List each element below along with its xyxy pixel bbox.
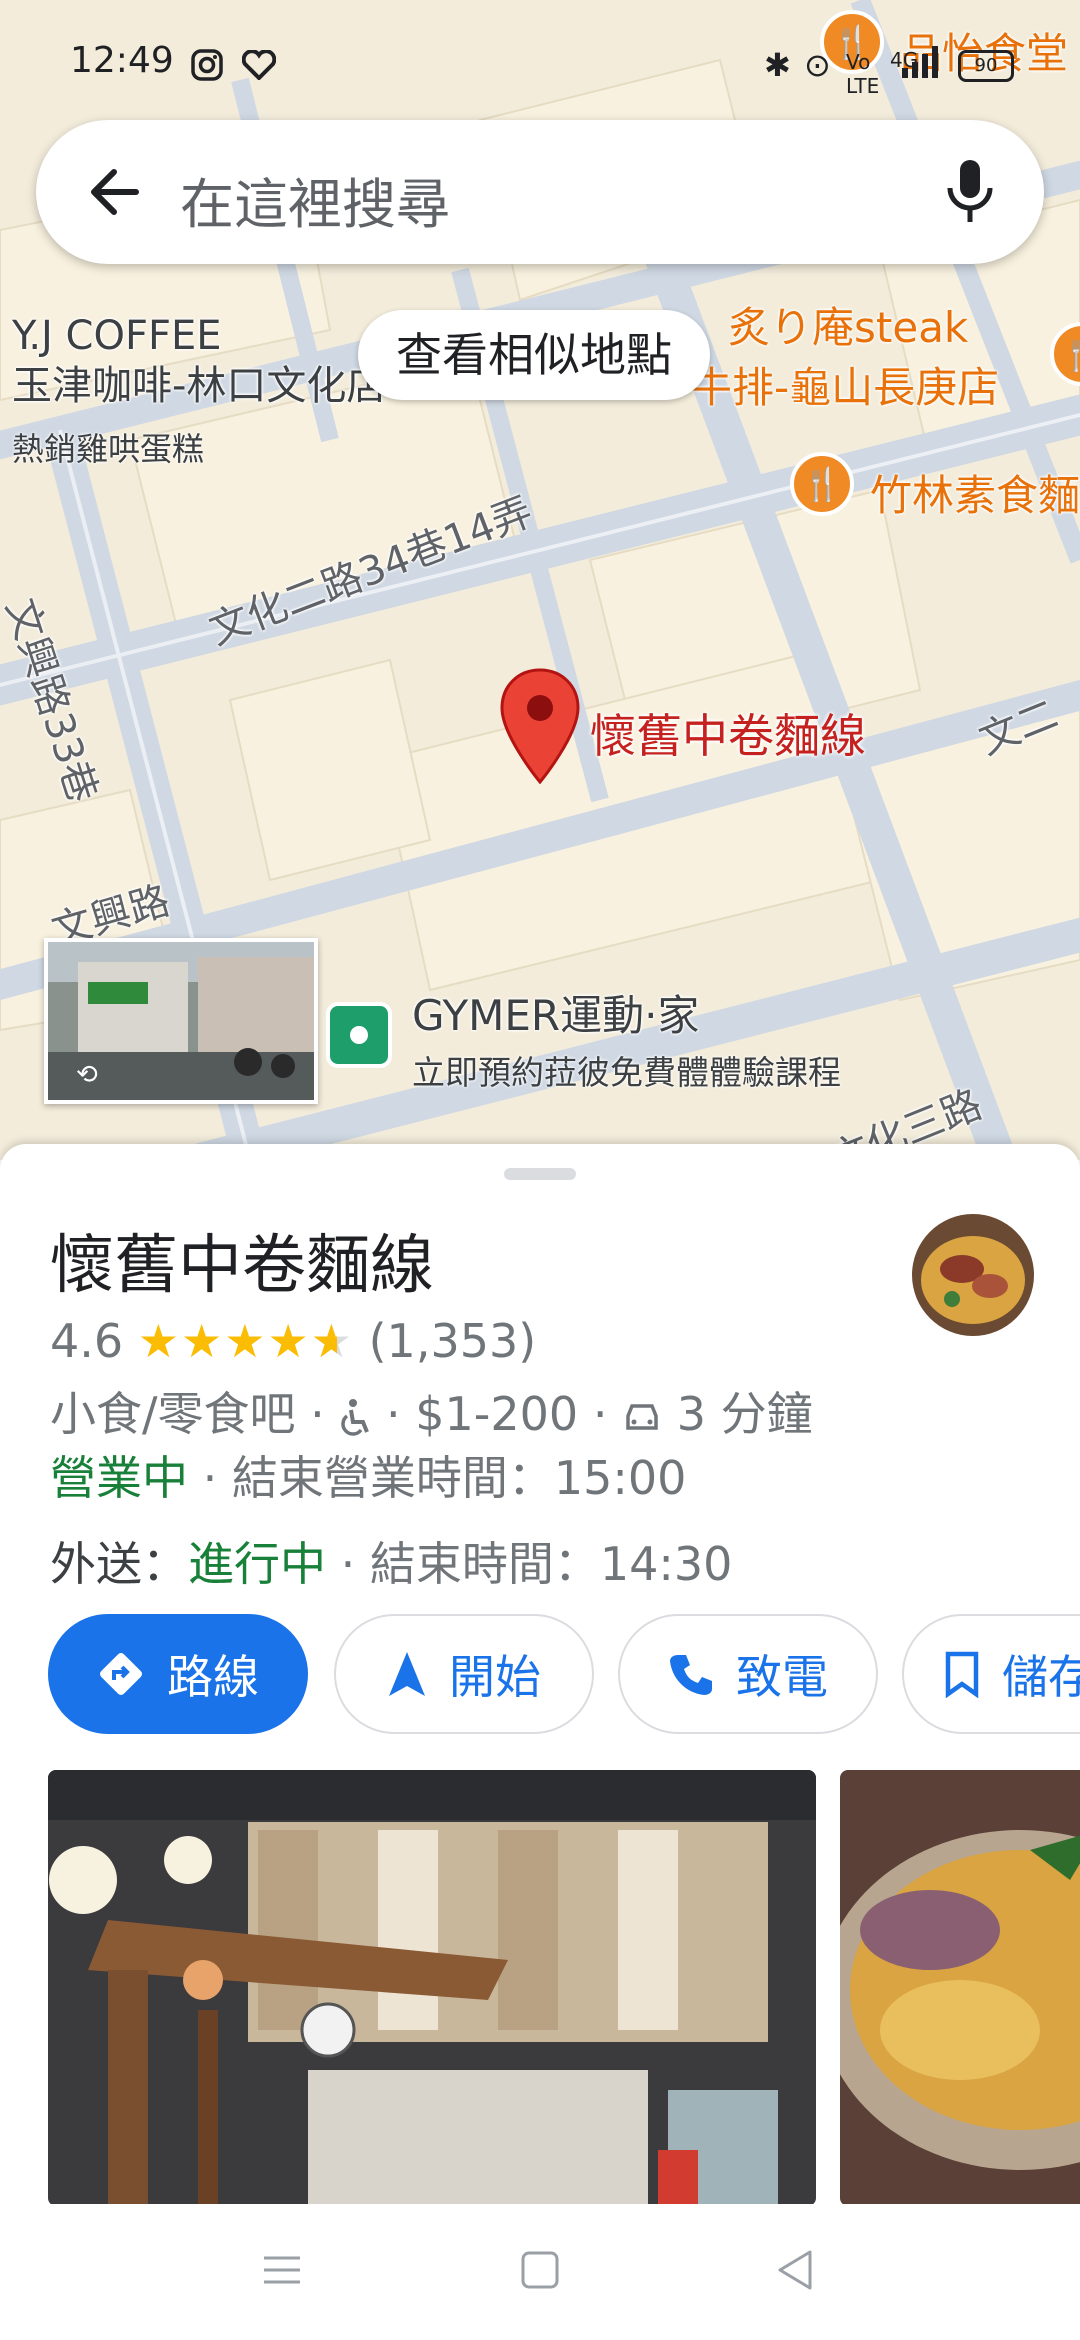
search-bar[interactable]: 在這裡搜尋	[36, 120, 1044, 264]
poi-yj-coffee-branch[interactable]: 玉津咖啡-林口文化店	[12, 362, 386, 410]
save-button[interactable]: 儲存	[902, 1614, 1080, 1734]
signal-icon	[902, 46, 938, 78]
poi-gym-promo: 立即預約菈彼免費體體驗課程	[412, 1053, 841, 1092]
place-photo[interactable]	[840, 1770, 1080, 2204]
instagram-icon	[191, 49, 223, 81]
car-icon	[626, 1404, 658, 1430]
price-range: $1-200	[415, 1387, 579, 1441]
location-icon: ⊙	[804, 46, 831, 84]
street-view-thumbnail[interactable]: ⟲	[44, 938, 318, 1104]
directions-label: 路線	[167, 1650, 259, 1704]
rating-value: 4.6	[50, 1314, 124, 1368]
separator: ·	[592, 1387, 608, 1441]
phone-icon	[670, 1655, 712, 1695]
separator: ·	[340, 1537, 356, 1591]
separator: ·	[202, 1451, 218, 1505]
drag-handle[interactable]	[504, 1168, 576, 1180]
closing-time: 結束營業時間：15:00	[231, 1451, 687, 1505]
volte-icon: Vo LTE	[846, 50, 880, 98]
back-icon[interactable]	[774, 2248, 814, 2292]
status-bar: 12:49 ✱ ⊙ Vo LTE 4G 90	[0, 0, 1080, 120]
start-label: 開始	[449, 1650, 541, 1704]
location-pin-icon[interactable]	[500, 668, 580, 784]
save-label: 儲存	[1002, 1650, 1080, 1704]
battery-icon: 90	[958, 50, 1014, 82]
place-photo[interactable]	[48, 1770, 816, 2204]
microphone-icon[interactable]	[940, 156, 1000, 228]
place-thumbnail-image	[912, 1214, 1034, 1336]
directions-button[interactable]: 路線	[48, 1614, 308, 1734]
interior-photo	[48, 1770, 816, 2204]
separator: ·	[310, 1387, 325, 1441]
directions-icon	[100, 1653, 142, 1695]
menu-icon[interactable]	[262, 2252, 302, 2288]
food-photo	[840, 1770, 1080, 2204]
place-details-sheet[interactable]: 懷舊中卷麵線 4.6 ★★★★★ ★ (1,353) 小食/零食吧 · · $1-…	[0, 1144, 1080, 2204]
delivery-row[interactable]: 外送：進行中 · 結束時間：14:30	[50, 1528, 732, 1594]
place-thumbnail[interactable]	[912, 1214, 1034, 1336]
poi-bamboo-vegetarian[interactable]: 竹林素食麵	[870, 462, 1080, 523]
bluetooth-icon: ✱	[764, 46, 791, 84]
open-status: 營業中	[50, 1451, 188, 1505]
poi-yj-coffee-sub: 熱銷雞哄蛋糕	[12, 430, 205, 468]
delivery-end-time: 結束時間：14:30	[369, 1537, 733, 1591]
heart-app-icon	[242, 50, 276, 80]
delivery-status: 進行中	[188, 1537, 326, 1591]
rating-row[interactable]: 4.6 ★★★★★ ★ (1,353)	[50, 1314, 536, 1368]
system-navigation-bar	[0, 2204, 1080, 2340]
poi-yj-coffee-name[interactable]: Y.J COFFEE	[12, 312, 222, 360]
review-count: (1,353)	[368, 1314, 537, 1368]
call-button[interactable]: 致電	[618, 1614, 878, 1734]
home-icon[interactable]	[520, 2250, 560, 2290]
battery-level: 90	[974, 55, 998, 76]
pin-label[interactable]: 懷舊中卷麵線	[590, 700, 866, 766]
start-navigation-button[interactable]: 開始	[334, 1614, 594, 1734]
status-time: 12:49	[70, 40, 174, 81]
category-row: 小食/零食吧 · · $1-200 · 3 分鐘	[50, 1378, 813, 1444]
navigation-arrow-icon	[389, 1652, 425, 1696]
back-arrow-icon[interactable]	[80, 156, 152, 228]
drive-time: 3 分鐘	[676, 1387, 813, 1441]
street-view-360-icon: ⟲	[76, 1060, 98, 1090]
hours-row[interactable]: 營業中 · 結束營業時間：15:00	[50, 1442, 686, 1508]
rating-stars: ★★★★★ ★	[137, 1314, 354, 1368]
similar-places-chip[interactable]: 查看相似地點	[358, 310, 710, 400]
bookmark-icon	[945, 1651, 979, 1698]
wheelchair-icon	[341, 1399, 370, 1436]
delivery-label: 外送：	[50, 1537, 188, 1591]
gym-icon[interactable]	[326, 1002, 392, 1068]
category: 小食/零食吧	[50, 1387, 296, 1441]
search-input[interactable]: 在這裡搜尋	[180, 160, 450, 239]
call-label: 致電	[736, 1650, 828, 1704]
separator: ·	[386, 1387, 401, 1441]
poi-gym-name[interactable]: GYMER運動·家	[412, 992, 699, 1040]
restaurant-icon[interactable]: 🍴	[790, 452, 854, 516]
poi-steak-name[interactable]: 炙り庵steak	[728, 294, 968, 355]
place-name: 懷舊中卷麵線	[50, 1229, 434, 1303]
poi-steak-branch[interactable]: 牛排-龜山長庚店	[690, 354, 999, 415]
